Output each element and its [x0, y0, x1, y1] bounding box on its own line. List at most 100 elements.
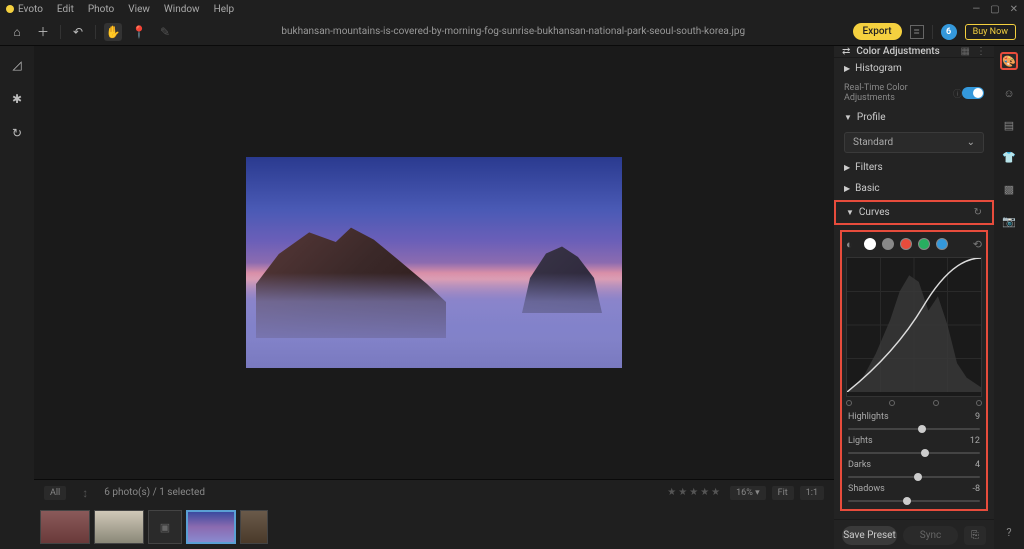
- star-icon[interactable]: ★: [689, 487, 698, 498]
- notif-badge[interactable]: 6: [941, 24, 957, 40]
- realtime-toggle[interactable]: [962, 87, 984, 99]
- curve-channels: ◐ ⟲: [846, 236, 982, 257]
- minimize-icon[interactable]: —: [972, 4, 980, 15]
- channel-gray[interactable]: [882, 238, 894, 250]
- thumb-3[interactable]: ▣: [148, 510, 182, 544]
- slider-track[interactable]: [848, 476, 980, 478]
- layout-icon[interactable]: ▦: [961, 46, 970, 57]
- parametric-icon[interactable]: ◐: [846, 238, 858, 250]
- filename: bukhansan-mountains-is-covered-by-mornin…: [182, 26, 845, 37]
- zoom-1to1[interactable]: 1:1: [800, 486, 824, 500]
- canvas-area: All ↕ 6 photo(s) / 1 selected ★★★★★ 16% …: [34, 46, 834, 549]
- channel-luma[interactable]: [864, 238, 876, 250]
- thumb-5[interactable]: [240, 510, 268, 544]
- slider-track[interactable]: [848, 452, 980, 454]
- zoom-value[interactable]: 16% ▾: [730, 486, 765, 500]
- channel-red[interactable]: [900, 238, 912, 250]
- filter-all[interactable]: All: [44, 486, 66, 500]
- brand-dot-icon: [6, 5, 14, 13]
- undo-icon[interactable]: ↶: [69, 23, 87, 41]
- section-profile[interactable]: ▼Profile: [834, 107, 994, 128]
- profile-select-row: Standard⌄: [834, 128, 994, 157]
- menu-item-view[interactable]: View: [128, 4, 150, 15]
- help-icon[interactable]: ?: [1000, 523, 1018, 541]
- export-button[interactable]: Export: [853, 23, 902, 40]
- slider-value: 9: [975, 412, 980, 422]
- right-tool-rail: 🎨 ☺ ▤ 👕 ▩ 📷 ?: [994, 46, 1024, 549]
- slider-track[interactable]: [848, 428, 980, 430]
- menu-item-help[interactable]: Help: [214, 4, 234, 15]
- rating-stars[interactable]: ★★★★★: [667, 487, 720, 498]
- filmstrip: ▣: [34, 505, 834, 549]
- pin-icon[interactable]: 📍: [130, 23, 148, 41]
- background-icon[interactable]: ▩: [1000, 180, 1018, 198]
- crop-tool-icon[interactable]: ◿: [8, 56, 26, 74]
- slider-label: Lights: [848, 436, 873, 446]
- menu-item-edit[interactable]: Edit: [57, 4, 74, 15]
- brand: Evoto: [6, 4, 43, 15]
- slider-darks: Darks 4: [846, 457, 982, 481]
- thumb-4-selected[interactable]: [186, 510, 236, 544]
- adjustments-icon: ⇄: [842, 46, 850, 57]
- face-retouch-icon[interactable]: ☺: [1000, 84, 1018, 102]
- layers-icon[interactable]: ▤: [1000, 116, 1018, 134]
- left-tool-rail: ◿ ✱ ↻: [0, 46, 34, 549]
- menu-item-photo[interactable]: Photo: [88, 4, 114, 15]
- chevron-down-icon: ⌄: [967, 137, 975, 148]
- section-curves[interactable]: ▼Curves ↻: [834, 200, 994, 225]
- thumb-2[interactable]: [94, 510, 144, 544]
- star-icon[interactable]: ★: [678, 487, 687, 498]
- doc-icon[interactable]: ≣: [910, 25, 924, 39]
- slider-value: 4: [975, 460, 980, 470]
- more-icon[interactable]: ⋮: [976, 46, 986, 57]
- curves-reset-icon[interactable]: ⟲: [973, 238, 982, 251]
- handle-darks[interactable]: [889, 400, 895, 406]
- section-histogram[interactable]: ▶Histogram: [834, 58, 994, 79]
- handle-lights[interactable]: [933, 400, 939, 406]
- star-icon[interactable]: ★: [700, 487, 709, 498]
- slider-lights: Lights12: [846, 433, 982, 457]
- brush-icon[interactable]: ✎: [156, 23, 174, 41]
- menu-item-evoto[interactable]: Evoto: [18, 4, 43, 15]
- window-controls: — ▢ ✕: [972, 4, 1018, 15]
- realtime-toggle-row: Real-Time Color Adjustments ⓘ: [834, 79, 994, 107]
- sort-icon[interactable]: ↕: [76, 484, 94, 502]
- handle-shadows[interactable]: [846, 400, 852, 406]
- body-icon[interactable]: 👕: [1000, 148, 1018, 166]
- effects-icon[interactable]: 📷: [1000, 212, 1018, 230]
- section-basic[interactable]: ▶Basic: [834, 178, 994, 199]
- channel-green[interactable]: [918, 238, 930, 250]
- slider-label: Darks: [848, 460, 871, 470]
- slider-track[interactable]: [848, 500, 980, 502]
- zoom-fit[interactable]: Fit: [772, 486, 794, 500]
- save-preset-button[interactable]: Save Preset: [842, 526, 897, 545]
- channel-blue[interactable]: [936, 238, 948, 250]
- thumb-1[interactable]: [40, 510, 90, 544]
- copy-settings-button[interactable]: ⎘: [964, 526, 986, 545]
- add-icon[interactable]: ＋: [34, 23, 52, 41]
- profile-select[interactable]: Standard⌄: [844, 132, 984, 153]
- info-icon[interactable]: ⓘ: [953, 87, 962, 100]
- slider-highlights: Highlights9: [846, 409, 982, 433]
- maximize-icon[interactable]: ▢: [990, 4, 999, 15]
- color-adjust-icon[interactable]: 🎨: [1000, 52, 1018, 70]
- reset-curves-icon[interactable]: ↻: [974, 207, 982, 218]
- realtime-label: Real-Time Color Adjustments: [844, 83, 951, 103]
- hand-tool-icon[interactable]: ✋: [104, 23, 122, 41]
- handle-highlights[interactable]: [976, 400, 982, 406]
- history-tool-icon[interactable]: ↻: [8, 124, 26, 142]
- star-icon[interactable]: ★: [711, 487, 720, 498]
- section-filters[interactable]: ▶Filters: [834, 157, 994, 178]
- sync-button[interactable]: Sync: [903, 526, 958, 545]
- stack-icon: ▣: [160, 521, 170, 534]
- home-icon[interactable]: ⌂: [8, 23, 26, 41]
- radial-tool-icon[interactable]: ✱: [8, 90, 26, 108]
- buy-now-button[interactable]: Buy Now: [965, 24, 1016, 40]
- close-icon[interactable]: ✕: [1010, 4, 1018, 15]
- menu-item-window[interactable]: Window: [164, 4, 200, 15]
- menubar: Evoto Edit Photo View Window Help — ▢ ✕: [0, 0, 1024, 18]
- curve-graph[interactable]: [846, 257, 982, 397]
- canvas-view[interactable]: [34, 46, 834, 479]
- star-icon[interactable]: ★: [667, 487, 676, 498]
- separator: [932, 25, 933, 39]
